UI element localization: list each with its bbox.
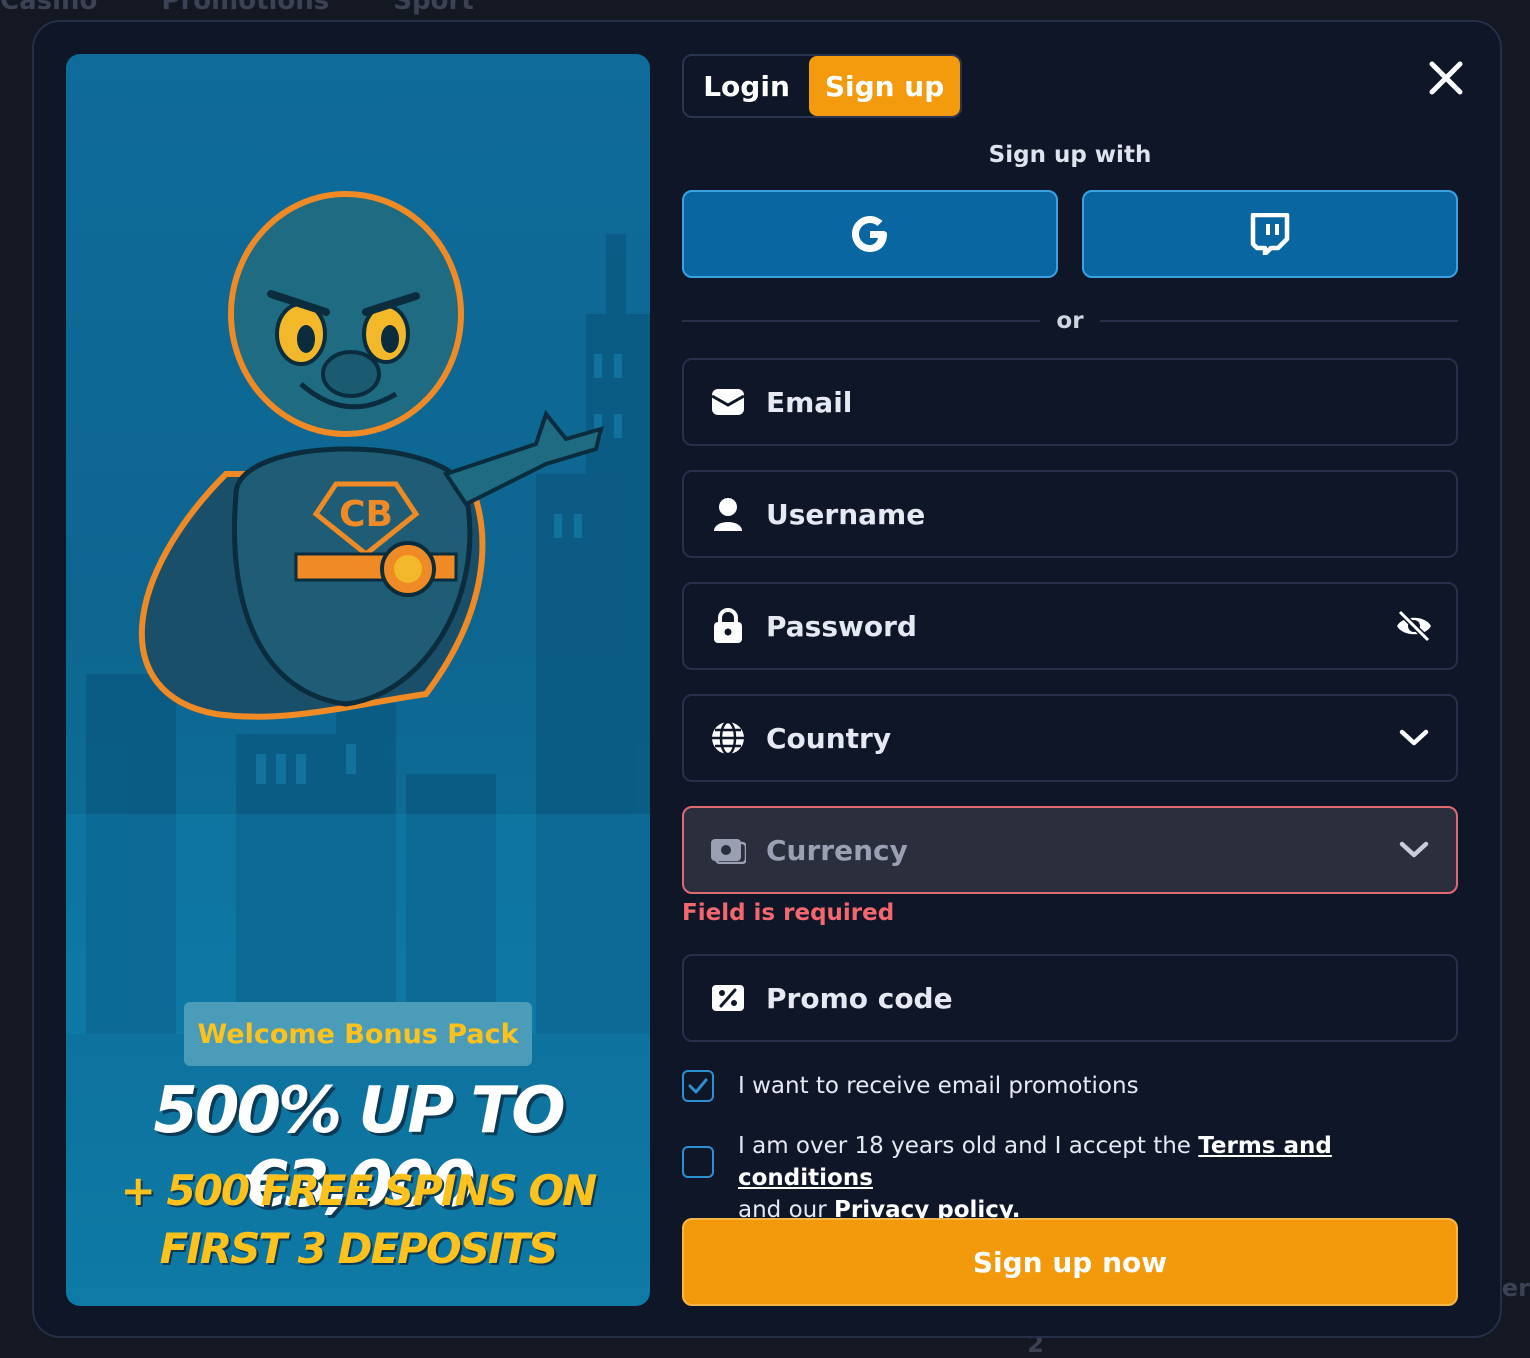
- chevron-down-icon: [1399, 841, 1429, 858]
- envelope-icon: [710, 384, 746, 420]
- money-icon: [710, 832, 746, 868]
- emblem-text: CB: [339, 494, 393, 535]
- bg-nav-promotions: Promotions: [161, 0, 330, 16]
- terms-label: I am over 18 years old and I accept the …: [738, 1130, 1458, 1226]
- currency-dropdown-toggle[interactable]: [1394, 830, 1434, 870]
- terms-text-1: I am over 18 years old and I accept the: [738, 1133, 1191, 1159]
- password-placeholder: Password: [766, 609, 917, 643]
- percent-icon: [710, 980, 746, 1016]
- bg-nav-casino: Casino: [0, 0, 98, 16]
- or-divider: or: [682, 306, 1458, 336]
- tab-signup[interactable]: Sign up: [809, 56, 960, 116]
- username-placeholder: Username: [766, 497, 926, 531]
- tab-login[interactable]: Login: [684, 56, 809, 116]
- terms-consent: I am over 18 years old and I accept the …: [682, 1130, 1458, 1226]
- email-promotions-consent: I want to receive email promotions: [682, 1070, 1458, 1102]
- divider-line: [682, 320, 1041, 322]
- close-button[interactable]: [1426, 58, 1466, 98]
- promo-panel: CB Welcome Bonus Pack 500% UP TO €3,000 …: [66, 54, 650, 1306]
- email-placeholder: Email: [766, 385, 853, 419]
- signup-modal: CB Welcome Bonus Pack 500% UP TO €3,000 …: [32, 20, 1502, 1338]
- promo-code-field[interactable]: Promo code: [682, 954, 1458, 1042]
- toggle-password-visibility[interactable]: [1394, 606, 1434, 646]
- bg-nav-sport: Sport: [393, 0, 474, 16]
- email-promotions-label: I want to receive email promotions: [738, 1073, 1139, 1099]
- promo-code-placeholder: Promo code: [766, 981, 953, 1015]
- mascot-illustration: CB: [66, 191, 650, 1034]
- background-nav: Casino Promotions Sport: [0, 0, 474, 16]
- google-signup-button[interactable]: [682, 190, 1058, 278]
- or-label: or: [1056, 308, 1084, 334]
- twitch-icon: [1250, 213, 1290, 255]
- chevron-down-icon: [1399, 729, 1429, 746]
- currency-select[interactable]: Currency: [682, 806, 1458, 894]
- google-icon: [852, 216, 887, 252]
- email-field[interactable]: Email: [682, 358, 1458, 446]
- terms-checkbox[interactable]: [682, 1146, 714, 1178]
- eye-slash-icon: [1397, 609, 1431, 643]
- user-icon: [710, 496, 746, 532]
- lock-icon: [710, 608, 746, 644]
- welcome-bonus-badge: Welcome Bonus Pack: [184, 1002, 532, 1066]
- country-placeholder: Country: [766, 721, 892, 755]
- signup-with-label: Sign up with: [988, 142, 1152, 168]
- auth-tabs: Login Sign up: [682, 54, 962, 118]
- username-field[interactable]: Username: [682, 470, 1458, 558]
- divider-line: [1099, 320, 1458, 322]
- currency-error-message: Field is required: [682, 900, 895, 926]
- close-icon: [1429, 61, 1463, 95]
- globe-icon: [710, 720, 746, 756]
- promo-subline: + 500 FREE SPINS ON FIRST 3 DEPOSITS: [120, 1166, 598, 1273]
- twitch-signup-button[interactable]: [1082, 190, 1458, 278]
- password-field[interactable]: Password: [682, 582, 1458, 670]
- country-dropdown-toggle[interactable]: [1394, 718, 1434, 758]
- sign-up-now-button[interactable]: Sign up now: [682, 1218, 1458, 1306]
- email-promotions-checkbox[interactable]: [682, 1070, 714, 1102]
- country-select[interactable]: Country: [682, 694, 1458, 782]
- checkmark-icon: [688, 1078, 708, 1094]
- currency-placeholder: Currency: [766, 833, 908, 867]
